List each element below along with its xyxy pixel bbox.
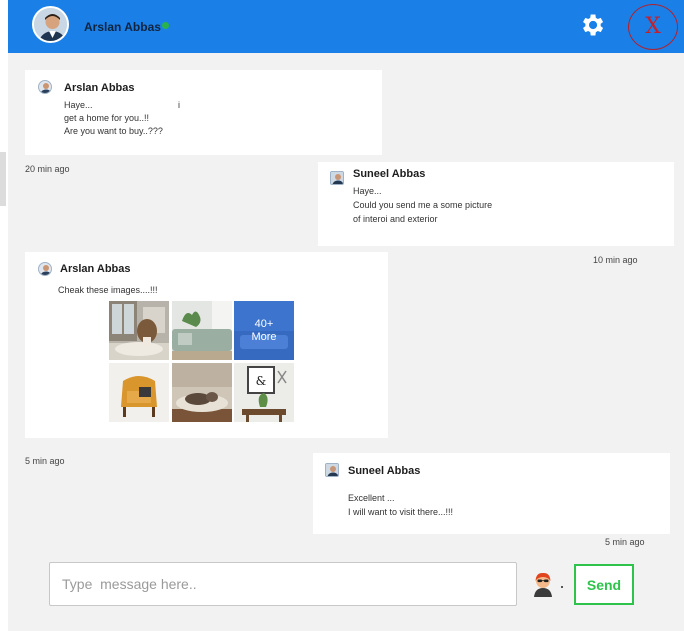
message-text-line: get a home for you..!! — [64, 113, 150, 123]
edge-tab — [0, 152, 6, 206]
header-user-name: Arslan Abbas — [84, 20, 161, 34]
separator-dot — [561, 586, 563, 588]
close-icon: X — [645, 14, 661, 39]
sender-name: Suneel Abbas — [348, 465, 421, 477]
sender-avatar — [38, 80, 52, 94]
message-timestamp: 5 min ago — [605, 537, 645, 547]
stray-mark: i — [178, 100, 180, 110]
more-count: 40+ — [254, 318, 274, 330]
chat-header: Arslan Abbas X — [8, 0, 684, 53]
message-text-line: I will want to visit there...!!! — [348, 507, 454, 517]
send-button[interactable]: Send — [574, 564, 634, 605]
emoji-face-icon[interactable] — [531, 570, 555, 598]
sender-name: Arslan Abbas — [64, 82, 135, 94]
user-avatar[interactable] — [32, 6, 69, 43]
gallery-image-dog-on-cushion[interactable] — [172, 363, 232, 422]
gear-icon[interactable] — [578, 11, 606, 39]
gallery-image-yellow-armchair[interactable] — [109, 363, 169, 422]
svg-text:&: & — [256, 374, 267, 388]
message-text-line: Are you want to buy..??? — [64, 126, 163, 136]
message-timestamp: 10 min ago — [593, 255, 638, 265]
online-status-dot — [162, 22, 169, 29]
message-text-line: Excellent ... — [348, 493, 395, 503]
message-text-line: Haye... — [353, 186, 382, 196]
left-edge-strip — [0, 0, 8, 631]
gallery-more-button[interactable]: 40+ More — [234, 301, 294, 360]
message-text-line: Haye... — [64, 100, 93, 110]
sender-name: Arslan Abbas — [60, 263, 131, 275]
message-bubble-outgoing: Suneel Abbas Haye... Could you send me a… — [318, 162, 674, 246]
gallery-image-wall-frame-decor[interactable]: & — [234, 363, 294, 422]
close-chat-button[interactable]: X — [628, 4, 678, 50]
more-label: More — [251, 331, 277, 343]
sender-avatar — [325, 463, 339, 477]
more-photos-overlay: 40+ More — [234, 301, 294, 360]
sender-avatar — [330, 171, 344, 185]
message-text-line: of interoi and exterior — [353, 214, 438, 224]
message-text-line: Cheak these images....!!! — [58, 285, 158, 295]
message-timestamp: 5 min ago — [25, 456, 65, 466]
message-input[interactable] — [49, 562, 517, 606]
message-bubble-incoming: Arslan Abbas Cheak these images....!!! 4… — [25, 252, 388, 438]
sender-avatar — [38, 262, 52, 276]
sender-name: Suneel Abbas — [353, 168, 426, 180]
message-bubble-incoming: Arslan Abbas Haye... i get a home for yo… — [25, 70, 382, 155]
gallery-image-room-rattan-chair[interactable] — [109, 301, 169, 360]
gallery-image-sofa-living-room[interactable] — [172, 301, 232, 360]
message-bubble-outgoing: Suneel Abbas Excellent ... I will want t… — [313, 453, 670, 534]
message-timestamp: 20 min ago — [25, 164, 70, 174]
message-text-line: Could you send me a some picture — [353, 200, 493, 210]
